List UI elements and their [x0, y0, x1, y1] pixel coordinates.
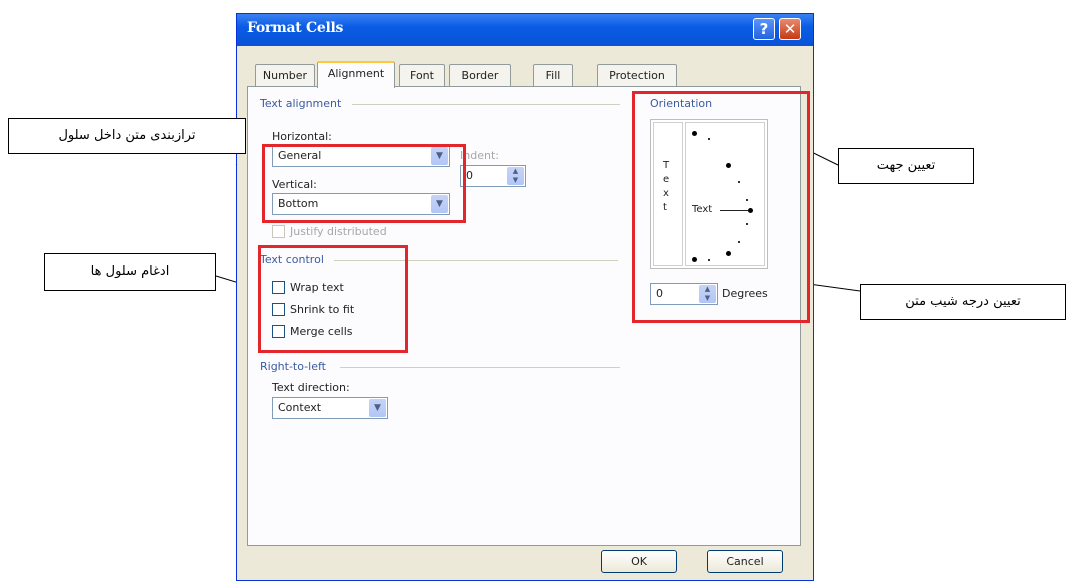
- horizontal-label: Horizontal:: [272, 130, 332, 143]
- spinner-icon[interactable]: ▲ ▼: [507, 167, 524, 185]
- callout-cell-text-alignment: ترازبندی متن داخل سلول: [8, 118, 246, 154]
- tab-protection[interactable]: Protection: [597, 64, 677, 86]
- tab-border[interactable]: Border: [449, 64, 511, 86]
- justify-distributed-checkbox[interactable]: [272, 225, 285, 238]
- indent-stepper[interactable]: 0 ▲ ▼: [460, 165, 526, 187]
- callout-set-text-angle: تعیین درجه شیب متن: [860, 284, 1066, 320]
- tab-number[interactable]: Number: [255, 64, 315, 86]
- highlight-text-control: [258, 245, 408, 353]
- cancel-button[interactable]: Cancel: [707, 550, 783, 573]
- tab-fill[interactable]: Fill: [533, 64, 573, 86]
- highlight-orientation: [632, 91, 810, 323]
- dialog-title: Format Cells: [247, 20, 344, 36]
- text-direction-value: Context: [278, 401, 322, 414]
- text-direction-label: Text direction:: [272, 381, 350, 394]
- group-separator: [340, 367, 620, 368]
- callout-merge-cells: ادغام سلول ها: [44, 253, 216, 291]
- text-alignment-group-label: Text alignment: [260, 97, 342, 110]
- title-bar[interactable]: Format Cells ? ✕: [237, 14, 813, 46]
- right-to-left-group-label: Right-to-left: [260, 360, 326, 373]
- chevron-down-icon[interactable]: ▼: [369, 399, 386, 417]
- indent-value: 0: [466, 169, 473, 182]
- highlight-text-alignment: [262, 144, 466, 223]
- tab-alignment[interactable]: Alignment: [317, 61, 395, 88]
- justify-distributed-label: Justify distributed: [290, 225, 387, 238]
- text-direction-select[interactable]: Context ▼: [272, 397, 388, 419]
- help-icon[interactable]: ?: [753, 18, 775, 40]
- group-separator: [352, 104, 620, 105]
- tab-font[interactable]: Font: [399, 64, 445, 86]
- callout-set-direction: تعیین جهت: [838, 148, 974, 184]
- close-icon[interactable]: ✕: [779, 18, 801, 40]
- ok-button[interactable]: OK: [601, 550, 677, 573]
